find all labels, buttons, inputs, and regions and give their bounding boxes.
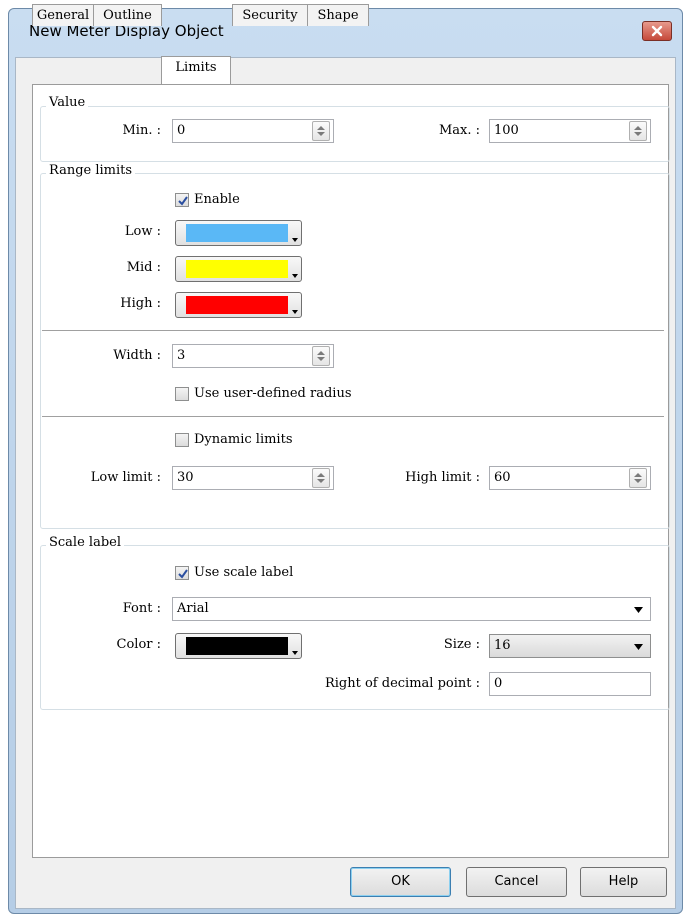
spinner-arrows-icon [634, 473, 642, 483]
color-label: Color : [116, 637, 161, 652]
max-spinner[interactable] [629, 121, 647, 141]
use-scale-label-checkbox[interactable] [175, 566, 189, 580]
tab-outline[interactable]: Outline [93, 4, 162, 26]
min-label: Min. : [122, 123, 162, 138]
divider [42, 330, 664, 331]
tab-security[interactable]: Security [232, 4, 308, 26]
max-label: Max. : [438, 123, 480, 138]
mid-color-swatch [186, 260, 288, 278]
ok-button[interactable]: OK [350, 867, 451, 897]
dropdown-arrow-icon [292, 238, 298, 242]
mid-color-label: Mid : [126, 260, 161, 275]
low-color-label: Low : [124, 224, 161, 239]
use-scale-label-text: Use scale label [194, 565, 294, 580]
checkmark-icon [178, 569, 188, 579]
user-radius-checkbox[interactable] [175, 387, 189, 401]
font-label: Font : [122, 601, 161, 616]
size-label: Size : [443, 637, 480, 652]
range-limits-legend: Range limits [46, 163, 136, 178]
max-input[interactable]: 100 [489, 119, 651, 143]
high-limit-spinner[interactable] [629, 468, 647, 488]
min-input[interactable]: 0 [172, 119, 334, 143]
low-limit-spinner[interactable] [312, 468, 330, 488]
low-limit-input[interactable]: 30 [172, 466, 334, 490]
mid-color-picker[interactable] [175, 256, 302, 282]
high-color-swatch [186, 296, 288, 314]
checkmark-icon [178, 196, 188, 206]
high-limit-input[interactable]: 60 [489, 466, 651, 490]
scale-label-legend: Scale label [46, 535, 125, 550]
high-limit-label: High limit : [405, 470, 480, 485]
cancel-button[interactable]: Cancel [466, 867, 567, 897]
scale-color-picker[interactable] [175, 633, 302, 659]
font-select-value: Arial [177, 601, 209, 616]
width-label: Width : [113, 348, 161, 363]
divider [42, 416, 664, 417]
chevron-down-icon [634, 607, 643, 613]
enable-checkbox[interactable] [175, 193, 189, 207]
spinner-arrows-icon [317, 473, 325, 483]
min-spinner[interactable] [312, 121, 330, 141]
dropdown-arrow-icon [292, 310, 298, 314]
help-button[interactable]: Help [580, 867, 667, 897]
dynamic-limits-checkbox[interactable] [175, 433, 189, 447]
size-select[interactable]: 16 [489, 634, 651, 658]
high-color-label: High : [120, 296, 161, 311]
dynamic-limits-label: Dynamic limits [194, 432, 293, 447]
spinner-arrows-icon [317, 351, 325, 361]
tab-shape[interactable]: Shape [307, 4, 369, 26]
low-color-picker[interactable] [175, 220, 302, 246]
dropdown-arrow-icon [292, 651, 298, 655]
decimal-label: Right of decimal point : [324, 676, 480, 691]
low-color-swatch [186, 224, 288, 242]
scale-color-swatch [186, 637, 288, 655]
width-input[interactable]: 3 [172, 344, 334, 368]
enable-label: Enable [194, 192, 240, 207]
tab-limits[interactable]: Limits [161, 56, 231, 84]
dropdown-arrow-icon [292, 274, 298, 278]
low-limit-label: Low limit : [90, 470, 161, 485]
tab-general[interactable]: General [32, 4, 94, 26]
spinner-arrows-icon [317, 126, 325, 136]
user-radius-label: Use user-defined radius [194, 386, 352, 401]
close-icon [651, 25, 663, 37]
close-button[interactable] [642, 21, 672, 41]
value-group-legend: Value [46, 95, 89, 110]
chevron-down-icon [634, 644, 643, 650]
high-color-picker[interactable] [175, 292, 302, 318]
size-select-value: 16 [494, 638, 511, 653]
spinner-arrows-icon [634, 126, 642, 136]
decimal-input[interactable]: 0 [489, 672, 651, 696]
font-select[interactable]: Arial [172, 597, 651, 621]
width-spinner[interactable] [312, 346, 330, 366]
